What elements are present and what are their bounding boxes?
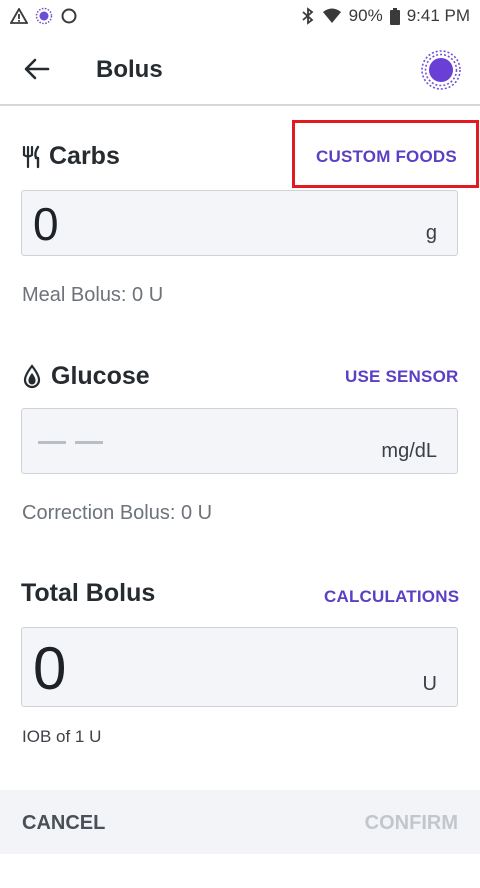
sync-circle-icon [61,8,77,24]
carbs-unit: g [425,222,437,244]
correction-bolus-note: Correction Bolus: 0 U [22,502,213,524]
status-left [10,7,78,25]
page-title: Bolus [96,56,163,83]
bluetooth-icon [302,7,314,25]
placeholder-dash [75,441,103,444]
bottom-action-bar: CANCEL CONFIRM [0,790,480,854]
warning-icon [10,8,28,24]
glucose-placeholder [38,441,103,444]
use-sensor-button[interactable]: USE SENSOR [345,367,458,387]
meal-bolus-note: Meal Bolus: 0 U [22,284,164,306]
carbs-title: Carbs [49,142,120,170]
custom-foods-button[interactable]: CUSTOM FOODS [316,147,457,167]
glucose-title: Glucose [51,362,150,390]
total-bolus-heading: Total Bolus [21,579,155,608]
pod-icon[interactable] [420,49,462,91]
pod-status-icon [35,7,53,25]
battery-icon [389,7,400,25]
glucose-heading: Glucose [21,362,150,391]
wifi-icon [322,8,341,23]
status-right: 90% 9:41 PM [301,6,470,26]
status-bar: 90% 9:41 PM [0,0,480,32]
calculations-button[interactable]: CALCULATIONS [324,587,459,607]
carbs-input[interactable]: 0 g [21,190,458,256]
iob-note: IOB of 1 U [22,727,102,746]
cancel-button[interactable]: CANCEL [22,812,105,835]
carbs-heading: Carbs [21,142,120,171]
placeholder-dash [38,441,66,444]
total-bolus-title: Total Bolus [21,579,156,607]
status-time: 9:41 PM [406,6,470,25]
total-bolus-value: 0 [33,635,67,702]
total-bolus-field: 0 U [21,627,458,707]
confirm-button[interactable]: CONFIRM [365,812,458,835]
total-bolus-unit: U [422,673,437,695]
back-arrow-icon[interactable] [22,54,52,84]
battery-percent: 90% [348,6,383,25]
carbs-value: 0 [33,198,59,250]
fork-knife-icon [22,145,40,168]
blood-drop-icon [23,363,41,388]
glucose-unit: mg/dL [381,440,437,462]
glucose-input[interactable]: mg/dL [21,408,458,474]
app-bar: Bolus [0,32,480,106]
